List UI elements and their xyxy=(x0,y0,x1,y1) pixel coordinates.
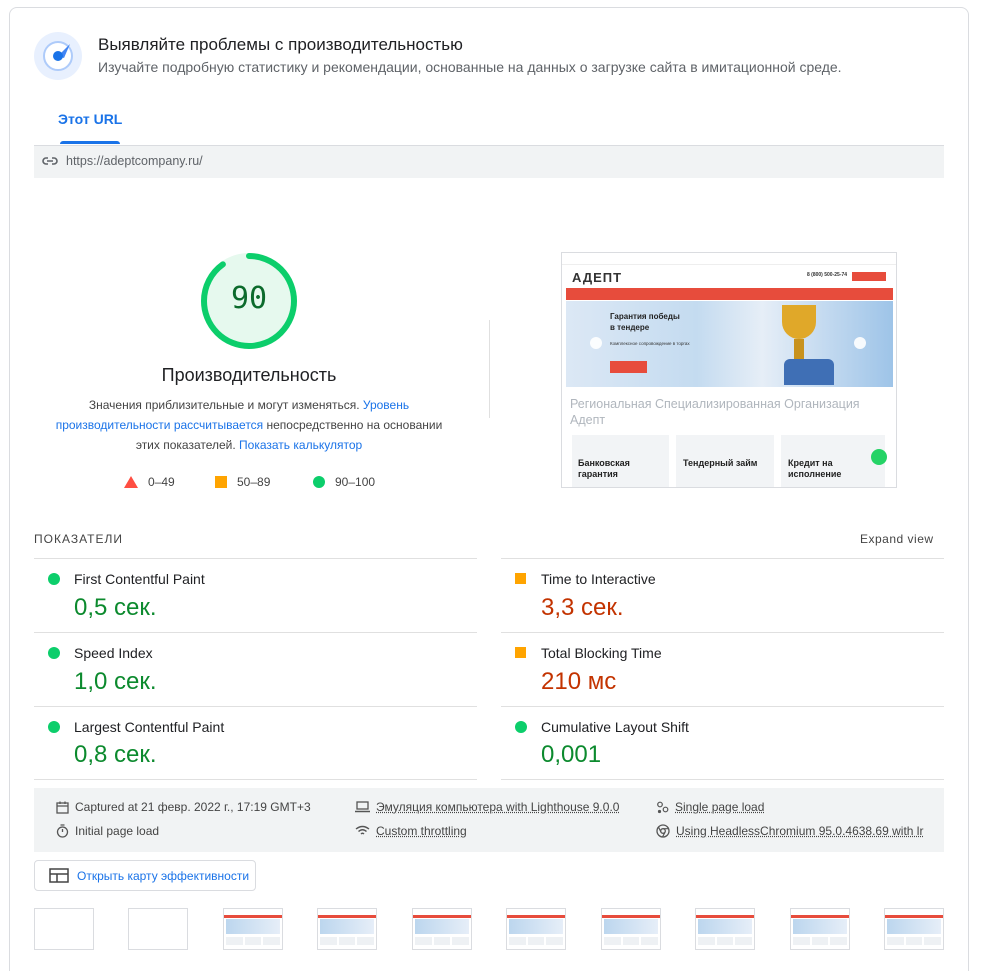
filmstrip-frame xyxy=(128,908,188,950)
metric-name: Total Blocking Time xyxy=(541,645,662,661)
treemap-icon xyxy=(49,868,69,883)
site-logo: АДЕПТ xyxy=(572,270,622,285)
captured-info: Captured at 21 февр. 2022 г., 17:19 GMT+… xyxy=(56,800,311,814)
expand-view-button[interactable]: Expand view xyxy=(860,532,934,546)
square-icon xyxy=(215,476,227,488)
legend-fail: 0–49 xyxy=(124,475,175,489)
single-load-info[interactable]: Single page load xyxy=(656,800,764,814)
chrome-icon xyxy=(656,824,670,838)
pass-icon xyxy=(48,721,60,733)
performance-score: 90 xyxy=(199,281,299,316)
filmstrip-frame xyxy=(790,908,850,950)
open-treemap-button[interactable]: Открыть карту эффективности xyxy=(34,860,256,891)
whatsapp-icon xyxy=(871,449,887,465)
show-calculator-link[interactable]: Показать калькулятор xyxy=(239,438,362,452)
timer-icon xyxy=(56,824,69,838)
legend-average: 50–89 xyxy=(215,475,270,489)
performance-icon xyxy=(34,32,82,80)
filmstrip-frame xyxy=(601,908,661,950)
filmstrip-frame xyxy=(317,908,377,950)
metric-value: 0,001 xyxy=(541,741,601,769)
throttling-info[interactable]: Custom throttling xyxy=(355,824,467,838)
divider xyxy=(489,320,490,418)
metric-value: 0,5 сек. xyxy=(74,594,157,622)
browser-info[interactable]: Using HeadlessChromium 95.0.4638.69 with… xyxy=(656,824,923,838)
link-icon xyxy=(42,154,58,173)
filmstrip-frame xyxy=(695,908,755,950)
metric-name: Time to Interactive xyxy=(541,571,656,587)
performance-description: Значения приблизительные и могут изменят… xyxy=(48,395,450,455)
filmstrip-frame xyxy=(412,908,472,950)
performance-title: Производительность xyxy=(100,365,398,386)
metric-name: Speed Index xyxy=(74,645,153,661)
run-info-bar xyxy=(34,788,944,852)
nodes-icon xyxy=(656,801,669,814)
filmstrip-frame xyxy=(34,908,94,950)
average-icon xyxy=(515,647,526,658)
metric-value: 3,3 сек. xyxy=(541,594,624,622)
emulation-info[interactable]: Эмуляция компьютера with Lighthouse 9.0.… xyxy=(355,800,619,814)
calendar-icon xyxy=(56,801,69,814)
circle-icon xyxy=(313,476,325,488)
tab-this-url[interactable]: Этот URL xyxy=(58,111,122,127)
wifi-icon xyxy=(355,825,370,837)
pass-icon xyxy=(48,573,60,585)
laptop-icon xyxy=(355,801,370,813)
site-phone: 8 (800) 500-25-74 xyxy=(807,272,847,278)
filmstrip-frame xyxy=(884,908,944,950)
pass-icon xyxy=(515,721,527,733)
metric-value: 210 мс xyxy=(541,668,616,696)
legend-pass: 90–100 xyxy=(313,475,375,489)
pass-icon xyxy=(48,647,60,659)
page-screenshot: АДЕПТ 8 (800) 500-25-74 Гарантия победы в… xyxy=(561,252,897,488)
metric-name: Cumulative Layout Shift xyxy=(541,719,689,735)
metric-value: 0,8 сек. xyxy=(74,741,157,769)
metrics-heading: ПОКАЗАТЕЛИ xyxy=(34,532,123,546)
site-heading: Региональная Специализированная Организа… xyxy=(570,396,890,428)
tab-indicator xyxy=(60,141,120,144)
filmstrip-frame xyxy=(506,908,566,950)
page-title: Выявляйте проблемы с производительностью xyxy=(98,35,463,55)
url-text: https://adeptcompany.ru/ xyxy=(66,154,203,168)
metric-value: 1,0 сек. xyxy=(74,668,157,696)
metric-name: First Contentful Paint xyxy=(74,571,205,587)
average-icon xyxy=(515,573,526,584)
triangle-icon xyxy=(124,476,138,488)
metric-name: Largest Contentful Paint xyxy=(74,719,224,735)
initial-load-info: Initial page load xyxy=(56,824,159,838)
page-subtitle: Изучайте подробную статистику и рекоменд… xyxy=(98,59,842,75)
filmstrip-frame xyxy=(223,908,283,950)
